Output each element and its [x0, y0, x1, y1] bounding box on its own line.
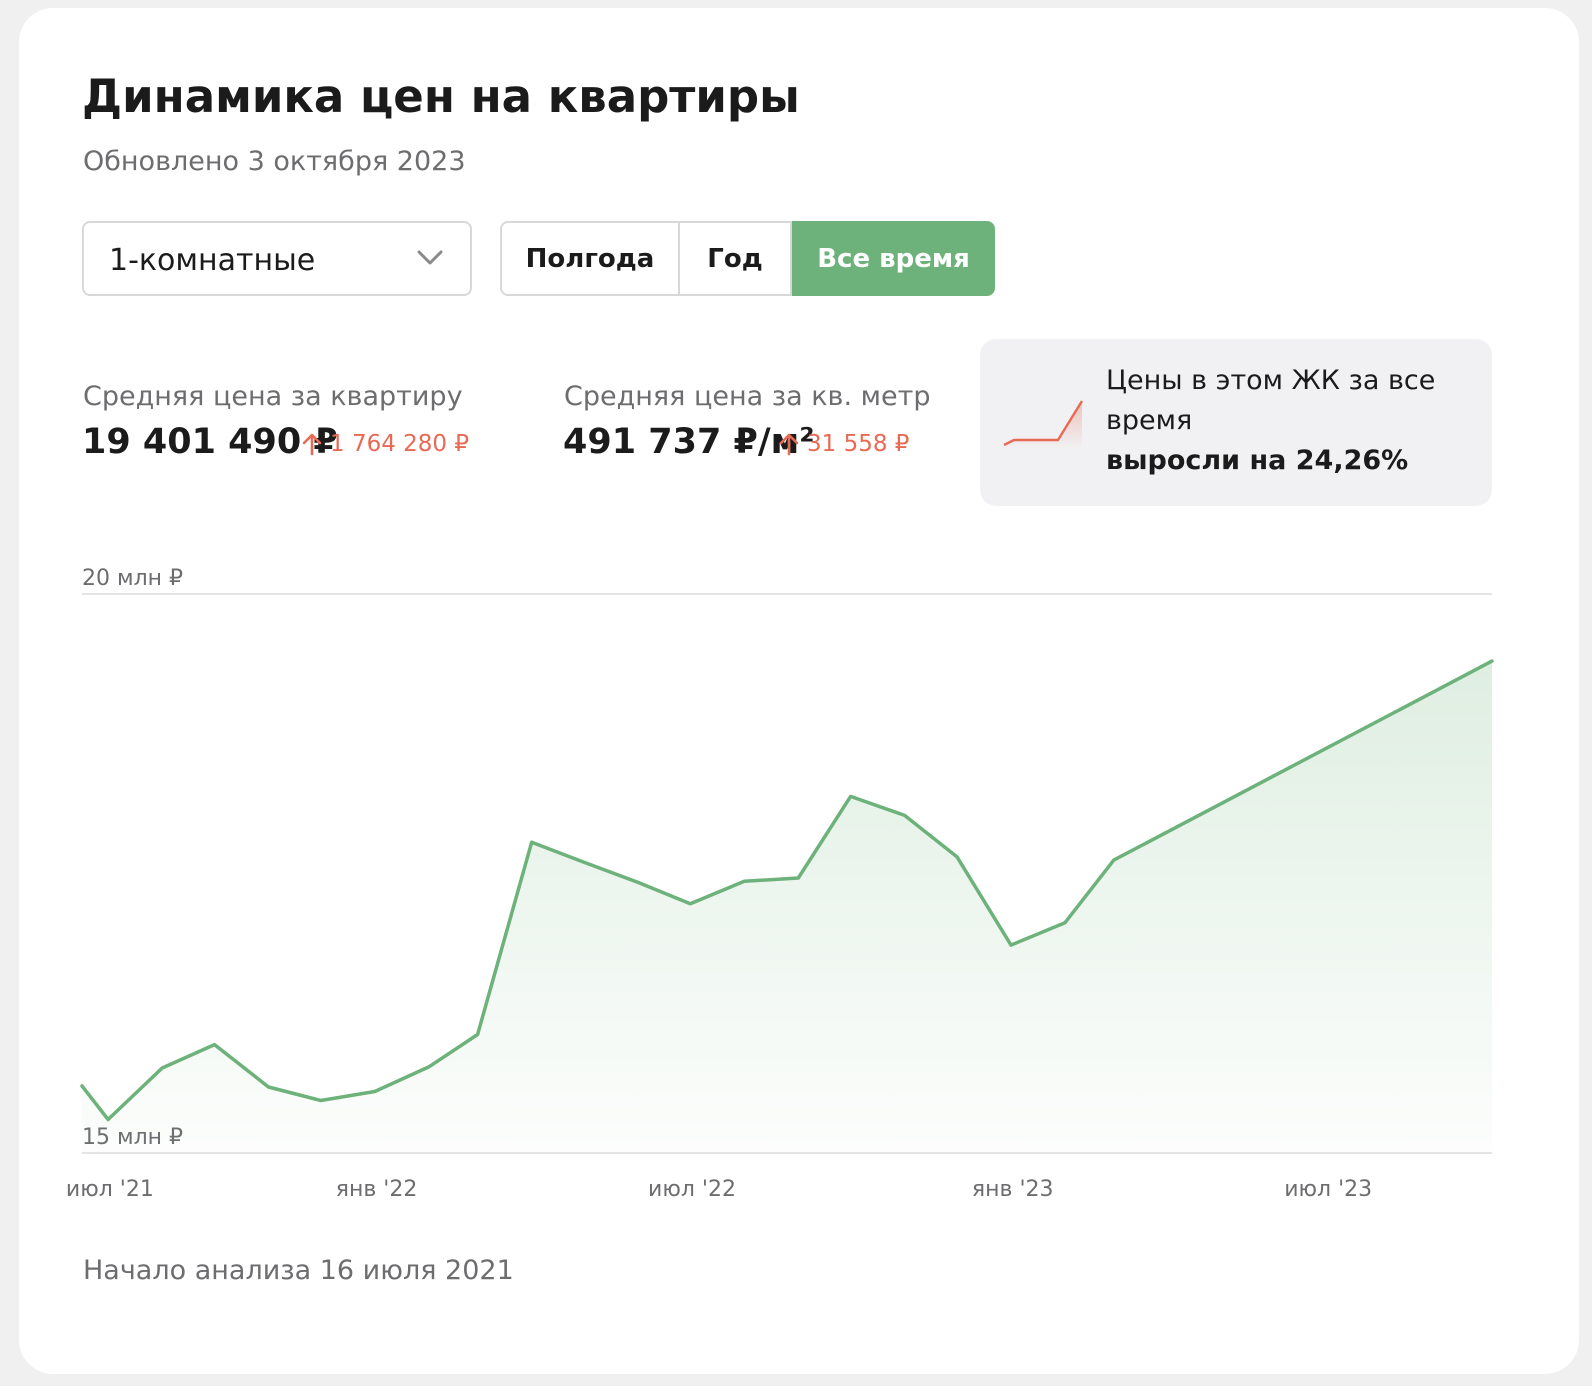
analysis-start-note: Начало анализа 16 июля 2021: [83, 1255, 514, 1286]
price-dynamics-card: [19, 8, 1579, 1374]
period-year-button[interactable]: Год: [680, 221, 792, 296]
price-growth-caption: Цены в этом ЖК за все время: [1106, 365, 1436, 436]
sqm-price-delta: 31 558 ₽: [779, 431, 909, 457]
period-switcher: Полгода Год Все время: [500, 221, 995, 296]
trend-up-sparkline-icon: [1003, 400, 1084, 449]
sqm-price-value: 491 737 ₽/м²: [563, 422, 815, 462]
room-type-select[interactable]: 1-комнатные: [82, 221, 472, 296]
page-title: Динамика цен на квартиры: [82, 70, 800, 123]
price-growth-percent: выросли на 24,26%: [1106, 445, 1409, 476]
sqm-price-label: Средняя цена за кв. метр: [564, 381, 931, 412]
price-growth-info: Цены в этом ЖК за все время выросли на 2…: [980, 339, 1492, 506]
period-all-time-button[interactable]: Все время: [792, 221, 995, 296]
arrow-up-icon: [302, 433, 322, 456]
arrow-up-icon: [779, 433, 799, 456]
room-type-select-value: 1-комнатные: [109, 243, 316, 278]
updated-date: Обновлено 3 октября 2023: [83, 146, 466, 177]
period-half-year-button[interactable]: Полгода: [500, 221, 680, 296]
flat-price-label: Средняя цена за квартиру: [83, 381, 463, 412]
flat-price-value: 19 401 490 ₽: [82, 422, 338, 462]
flat-price-delta-value: 1 764 280 ₽: [330, 431, 469, 457]
flat-price-delta: 1 764 280 ₽: [302, 431, 469, 457]
sqm-price-delta-value: 31 558 ₽: [807, 431, 910, 457]
chevron-down-icon: [417, 250, 443, 265]
price-growth-text: Цены в этом ЖК за все время выросли на 2…: [1106, 361, 1466, 481]
